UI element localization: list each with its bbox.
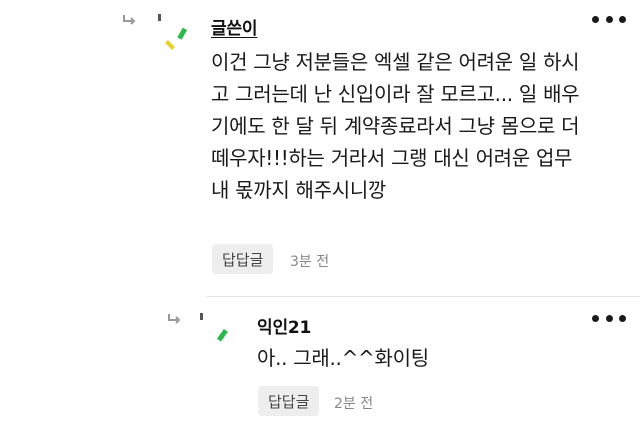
avatar-icon	[158, 14, 198, 54]
reply-button[interactable]: 답답글	[212, 244, 274, 274]
comment-divider	[206, 296, 640, 297]
comment-time: 2분 전	[334, 396, 374, 412]
reply-arrow-icon	[167, 313, 181, 325]
more-options-icon[interactable]	[592, 312, 626, 324]
comment-author[interactable]: 익인21	[257, 313, 311, 338]
more-options-icon[interactable]	[592, 13, 626, 25]
reply-button[interactable]: 답답글	[258, 386, 320, 416]
comment-time: 3분 전	[290, 254, 330, 270]
comment-text: 아.. 그래..^^화이팅	[257, 346, 429, 370]
comment-author[interactable]: 글쓴이	[211, 14, 258, 39]
comment-text: 이건 그냥 저분들은 엑셀 같은 어려운 일 하시 고 그러는데 난 신입이라 …	[211, 50, 580, 202]
reply-arrow-icon	[122, 14, 136, 26]
avatar-icon	[200, 313, 240, 353]
